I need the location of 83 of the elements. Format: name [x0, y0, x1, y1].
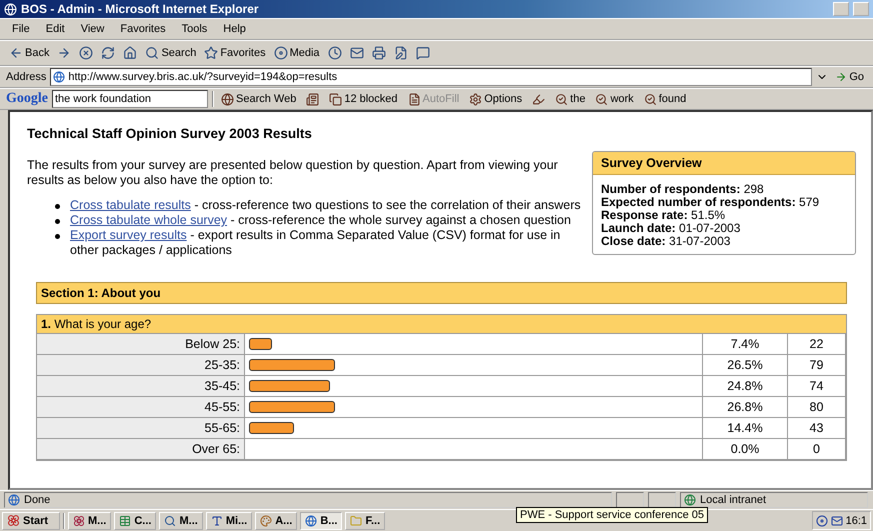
status-text: Done [24, 494, 50, 506]
toolbar-button[interactable]: Favorites [201, 46, 269, 60]
settings-icon [469, 92, 482, 106]
option-link[interactable]: Cross tabulate results [70, 198, 191, 212]
page-heading: Technical Staff Opinion Survey 2003 Results [27, 126, 313, 143]
window-title: BOS - Admin - Microsoft Internet Explorer [21, 2, 260, 16]
google-logo: Google [6, 91, 48, 107]
tray-icon [830, 514, 843, 526]
disc-icon [274, 46, 288, 60]
globe-icon [305, 514, 318, 526]
toolbar-button[interactable]: 12 blocked [326, 92, 401, 106]
toolbar-button[interactable]: work [592, 92, 637, 106]
overview-line: Launch date: 01-07-2003 [601, 222, 742, 235]
folder-icon [350, 514, 362, 526]
search-field[interactable]: the work foundation [52, 90, 208, 108]
toolbar-button[interactable]: Search [142, 46, 200, 60]
star-icon [204, 46, 218, 60]
taskbar-button[interactable]: Mi... [206, 512, 252, 530]
search-icon [145, 46, 160, 60]
toolbar-button[interactable]: found [640, 92, 690, 106]
taskbar-button[interactable]: F... [345, 512, 386, 530]
globe-icon [221, 92, 234, 106]
zone-text: Local intranet [700, 494, 766, 506]
taskbar-button[interactable]: B... [300, 512, 342, 530]
arrow-icon [835, 71, 848, 83]
section-title: Section 1: About you [36, 282, 847, 304]
search-icon [164, 514, 176, 526]
spreadsheet-icon [119, 514, 132, 526]
answer-label: 35-45: [37, 376, 245, 396]
menu-item[interactable]: Help [217, 23, 252, 35]
letter-icon [210, 514, 223, 526]
menu-item[interactable]: View [74, 23, 110, 35]
start-button[interactable]: Start [2, 512, 60, 530]
search-icon [644, 92, 657, 106]
bullet-icon [55, 204, 60, 209]
answer-label: 25-35: [37, 355, 245, 375]
menu-item[interactable]: File [6, 23, 36, 35]
option-link[interactable]: Export survey results [70, 228, 187, 242]
option-description: Cross tabulate results - cross-reference two questions to see the correlation of their answers [70, 198, 581, 213]
address-label: Address [6, 71, 46, 83]
bullet-icon [55, 234, 60, 239]
taskbar-button[interactable]: C... [114, 512, 156, 530]
answer-label: 45-55: [37, 397, 245, 417]
document-icon [408, 92, 421, 106]
page-icon [8, 494, 20, 506]
toolbar-button[interactable]: the [552, 92, 588, 106]
taskbar-button[interactable]: A... [255, 512, 298, 530]
search-icon [555, 92, 568, 106]
page-icon [53, 71, 66, 83]
toolbar-button[interactable]: Back [6, 46, 52, 60]
answer-label: Over 65: [37, 439, 245, 459]
overview-line: Number of respondents: 298 [601, 183, 765, 196]
overview-line: Response rate: 51.5% [601, 209, 726, 222]
menu-item[interactable]: Tools [176, 23, 214, 35]
toolbar-button[interactable]: Search Web [218, 92, 300, 106]
option-link[interactable]: Cross tabulate whole survey [70, 213, 228, 227]
menu-item[interactable]: Favorites [114, 23, 172, 35]
question-title: 1. What is your age? [37, 315, 846, 334]
option-description: Cross tabulate whole survey - cross-reference the whole survey against a chosen question [70, 213, 571, 228]
toolbar-button[interactable]: Options [466, 92, 526, 106]
zone-icon [684, 494, 696, 506]
tooltip: PWE - Support service conference 05 [516, 507, 708, 523]
browser-icon [4, 2, 17, 16]
go-button[interactable]: Go [832, 71, 867, 83]
menu-item[interactable]: Edit [40, 23, 71, 35]
search-icon [595, 92, 608, 106]
answer-label: Below 25: [37, 334, 245, 354]
tray-icon [816, 514, 828, 526]
bullet-icon [55, 219, 60, 224]
windows-icon [329, 92, 342, 106]
option-description: Export survey results - export results in Comma Separated Value (CSV) format for use in other packages / applications [70, 228, 562, 258]
palette-icon [260, 514, 272, 526]
overview-line: Expected number of respondents: 579 [601, 196, 820, 209]
clock: 16:1 [846, 514, 867, 526]
taskbar-button[interactable]: M... [68, 512, 112, 530]
answer-label: 55-65: [37, 418, 245, 438]
overview-line: Close date: 31-07-2003 [601, 235, 732, 248]
overview-title: Survey Overview [593, 152, 855, 175]
address-field[interactable]: http://www.survey.bris.ac.uk/?surveyid=194&op=results [50, 68, 812, 86]
intro-paragraph: The results from your survey are presented below question by question. Apart from viewing your results as below you also have the option to: [27, 158, 559, 188]
flower-icon [73, 514, 85, 526]
taskbar-button[interactable]: M... [159, 512, 203, 530]
toolbar-button[interactable]: Media [270, 46, 323, 60]
